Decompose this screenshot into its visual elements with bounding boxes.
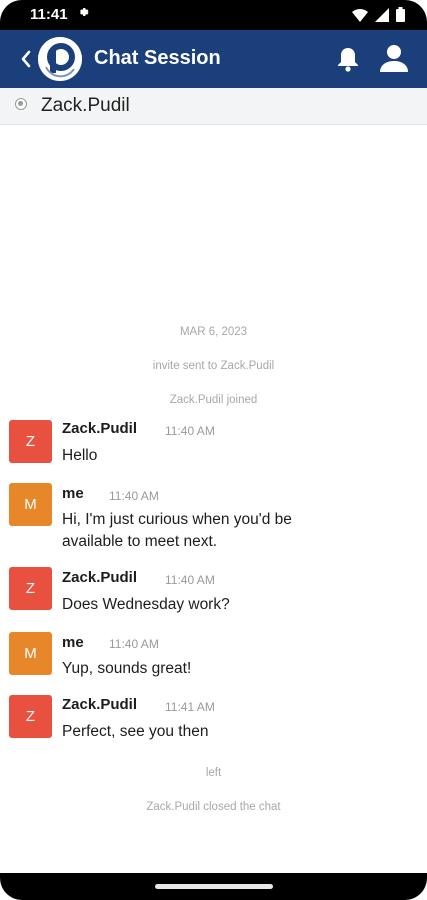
home-gesture-handle[interactable] — [155, 884, 273, 889]
message-text: Does Wednesday work? — [62, 596, 230, 613]
joined-event: Zack.Pudil joined — [169, 394, 258, 406]
message-text: Yup, sounds great! — [62, 660, 192, 677]
app-logo — [38, 37, 82, 81]
message-text: Hello — [62, 447, 98, 464]
message-sender: Zack.Pudil — [62, 569, 138, 586]
gear-icon — [77, 6, 89, 21]
message-sender: Zack.Pudil — [62, 420, 138, 437]
session-bar: Zack.Pudil — [0, 88, 427, 125]
closed-event: Zack.Pudil closed the chat — [146, 801, 281, 813]
navigation-bar — [0, 873, 427, 900]
message-text: Hi, I'm just curious when you'd be avail… — [62, 511, 292, 550]
message-text: Perfect, see you then — [62, 723, 209, 740]
status-time: 11:41 — [30, 6, 68, 23]
message-sender: Zack.Pudil — [62, 696, 138, 713]
avatar: Z — [9, 420, 52, 463]
left-event: left — [205, 767, 222, 779]
radio-icon[interactable] — [15, 98, 27, 110]
avatar: M — [9, 632, 52, 675]
avatar: M — [9, 483, 52, 526]
bell-icon[interactable] — [333, 44, 363, 74]
message-time: 11:40 AM — [109, 489, 159, 503]
wifi-icon — [352, 8, 368, 27]
message-sender: me — [62, 485, 84, 502]
app-header: Chat Session — [0, 30, 427, 88]
avatar: Z — [9, 695, 52, 738]
message-time: 11:40 AM — [165, 424, 215, 438]
message-sender: me — [62, 634, 84, 651]
cellular-icon — [375, 7, 389, 27]
message-time: 11:41 AM — [165, 700, 215, 714]
message-time: 11:40 AM — [165, 573, 215, 587]
battery-icon — [396, 7, 405, 27]
avatar: Z — [9, 567, 52, 610]
status-bar: 11:41 — [0, 0, 427, 30]
back-icon[interactable] — [18, 45, 34, 73]
date-separator: MAR 6, 2023 — [179, 326, 248, 338]
contact-name: Zack.Pudil — [41, 95, 130, 116]
page-title: Chat Session — [94, 47, 221, 69]
message-time: 11:40 AM — [109, 637, 159, 651]
invite-event: invite sent to Zack.Pudil — [152, 360, 275, 372]
user-icon[interactable] — [378, 42, 410, 74]
